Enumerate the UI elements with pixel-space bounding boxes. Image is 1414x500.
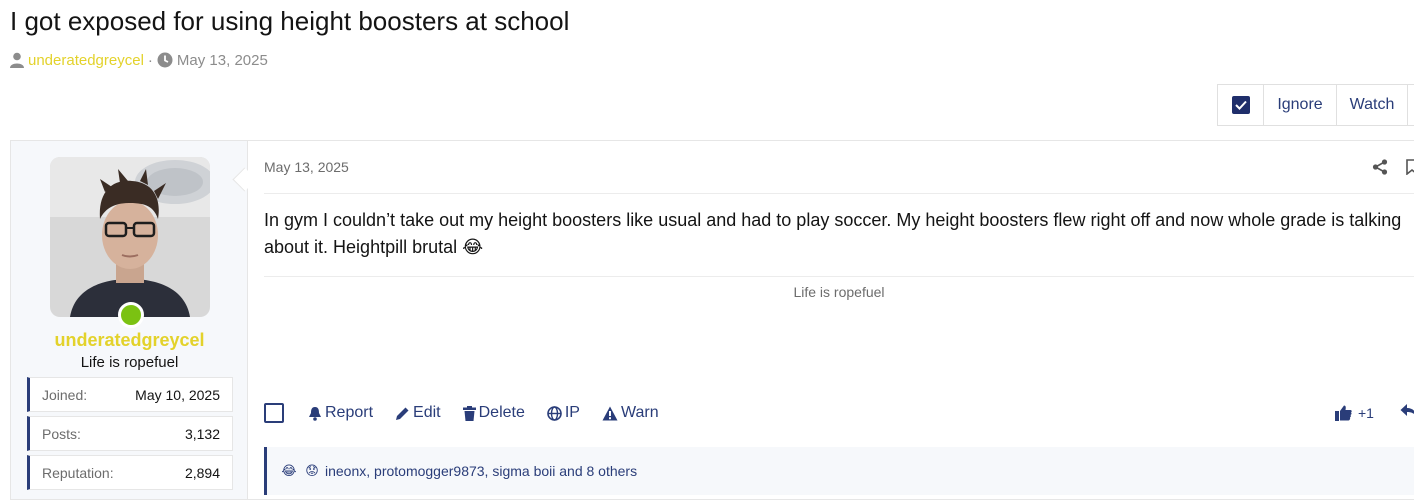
bell-icon xyxy=(309,406,321,421)
thread-date[interactable]: May 13, 2025 xyxy=(177,52,268,69)
edit-button[interactable]: Edit xyxy=(395,404,441,422)
checked-icon xyxy=(1231,96,1250,114)
post-signature: Life is ropefuel xyxy=(793,284,885,300)
reactions-summary[interactable]: ineonx, protomogger9873, sigma boii and … xyxy=(325,463,637,479)
bookmark-icon[interactable] xyxy=(1406,159,1414,175)
reactions-bar[interactable]: 😂 😟 ineonx, protomogger9873, sigma boii … xyxy=(264,447,1414,495)
post-date[interactable]: May 13, 2025 xyxy=(264,159,349,175)
globe-icon xyxy=(547,405,562,421)
post-body-text: In gym I couldn’t take out my height boo… xyxy=(264,210,1402,257)
stat-posts: Posts: 3,132 xyxy=(27,416,233,451)
stat-reputation: Reputation: 2,894 xyxy=(27,455,233,490)
post-content: May 13, 2025 In gym I couldn’t take out … xyxy=(248,141,1414,499)
warn-label: Warn xyxy=(620,404,659,421)
stat-label: Joined: xyxy=(42,386,88,403)
report-label: Report xyxy=(325,404,374,421)
delete-label: Delete xyxy=(478,404,525,421)
watch-button[interactable]: Watch xyxy=(1337,85,1408,125)
thread-author-link[interactable]: underatedgreycel xyxy=(28,52,144,69)
reaction-count: +1 xyxy=(1358,405,1374,421)
thread-action-bar: Ignore Watch xyxy=(1217,84,1414,126)
post-actions: Report Edit Delete IP Warn xyxy=(264,401,681,425)
user-title: Life is ropefuel xyxy=(80,354,179,371)
edit-label: Edit xyxy=(413,404,441,421)
post-user-sidebar: underatedgreycel Life is ropefuel Joined… xyxy=(11,141,248,499)
post-body: In gym I couldn’t take out my height boo… xyxy=(264,207,1412,261)
online-status-indicator xyxy=(118,302,144,328)
clock-icon xyxy=(157,52,173,68)
tears-of-joy-emoji: 😂 xyxy=(462,237,484,257)
stat-value: 2,894 xyxy=(184,464,220,481)
post: underatedgreycel Life is ropefuel Joined… xyxy=(10,140,1414,500)
stat-value: May 10, 2025 xyxy=(135,386,220,403)
divider xyxy=(264,193,1414,194)
ignore-button[interactable]: Ignore xyxy=(1264,85,1337,125)
laughing-reaction-icon: 😂 xyxy=(281,463,297,478)
stat-label: Posts: xyxy=(42,425,81,442)
meta-separator: · xyxy=(147,51,153,69)
warning-icon xyxy=(602,406,618,420)
trash-icon xyxy=(462,405,476,421)
thread-title: I got exposed for using height boosters … xyxy=(10,6,570,36)
thread-meta: underatedgreycel · May 13, 2025 xyxy=(10,50,268,70)
ip-button[interactable]: IP xyxy=(547,404,580,422)
ip-label: IP xyxy=(564,404,580,421)
sidebar-username[interactable]: underatedgreycel xyxy=(11,330,248,351)
select-post-checkbox[interactable] xyxy=(264,403,284,423)
report-button[interactable]: Report xyxy=(308,404,373,422)
warn-button[interactable]: Warn xyxy=(602,404,659,422)
thumbs-up-icon xyxy=(1335,405,1352,421)
stat-joined: Joined: May 10, 2025 xyxy=(27,377,233,412)
sad-reaction-icon: 😟 xyxy=(305,463,319,478)
signature-divider xyxy=(264,276,1414,277)
stat-label: Reputation: xyxy=(42,464,114,481)
reply-icon[interactable] xyxy=(1400,403,1414,419)
like-button[interactable]: +1 xyxy=(1335,401,1374,425)
share-icon[interactable] xyxy=(1372,159,1388,175)
pencil-icon xyxy=(396,407,409,420)
select-thread-checkbox[interactable] xyxy=(1218,85,1264,125)
delete-button[interactable]: Delete xyxy=(462,404,525,422)
stat-value: 3,132 xyxy=(184,425,220,442)
user-icon xyxy=(10,52,24,68)
avatar[interactable] xyxy=(50,157,210,317)
